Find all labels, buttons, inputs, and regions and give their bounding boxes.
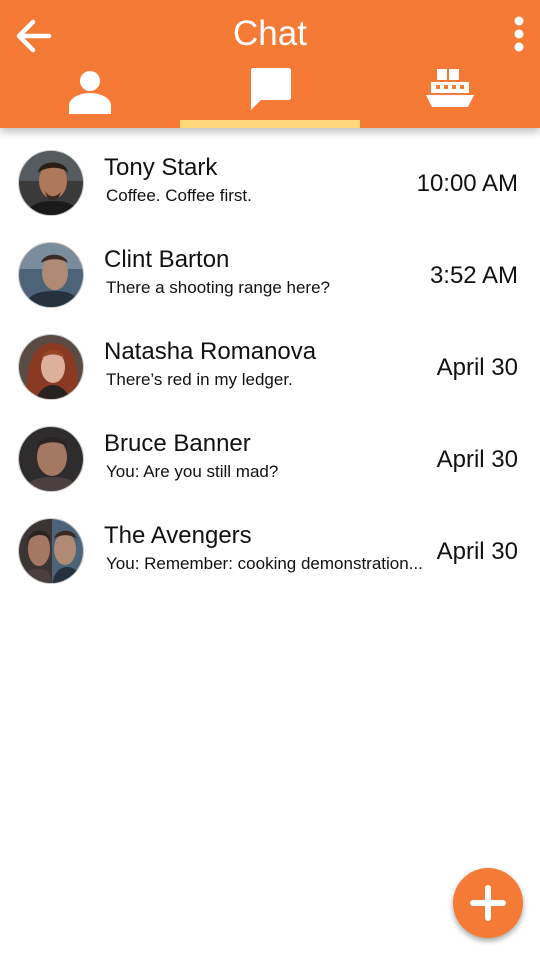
contact-name: Clint Barton (104, 246, 230, 273)
chat-row-clint-barton[interactable]: Clint Barton There a shooting range here… (0, 228, 540, 320)
message-preview: You: Are you still mad? (106, 462, 279, 481)
ship-icon (426, 69, 474, 107)
contact-name: The Avengers (104, 522, 252, 549)
message-time: 10:00 AM (416, 170, 518, 197)
tab-ship[interactable] (360, 60, 540, 128)
message-time: April 30 (436, 354, 518, 381)
tab-contacts[interactable] (0, 60, 180, 128)
app-bar: Chat (0, 0, 540, 128)
message-time: April 30 (436, 538, 518, 565)
more-vert-icon (514, 16, 524, 52)
chat-row-tony-stark[interactable]: Tony Stark Coffee. Coffee first. 10:00 A… (0, 136, 540, 228)
message-preview: You: Remember: cooking demonstration... (106, 554, 423, 573)
plus-icon (470, 885, 506, 921)
avatar (18, 242, 84, 308)
message-time: April 30 (436, 446, 518, 473)
contact-name: Bruce Banner (104, 430, 251, 457)
message-time: 3:52 AM (429, 262, 518, 289)
new-chat-button[interactable] (453, 868, 523, 938)
avatar (18, 426, 84, 492)
chat-list: Tony Stark Coffee. Coffee first. 10:00 A… (0, 136, 540, 596)
chat-row-the-avengers[interactable]: The Avengers You: Remember: cooking demo… (0, 504, 540, 596)
page-title: Chat (233, 14, 307, 53)
overflow-menu-button[interactable] (504, 12, 534, 56)
tab-chat[interactable] (180, 60, 360, 128)
contact-name: Natasha Romanova (104, 338, 317, 365)
tab-selected-indicator (180, 120, 360, 128)
chat-row-natasha-romanova[interactable]: Natasha Romanova There’s red in my ledge… (0, 320, 540, 412)
message-preview: There’s red in my ledger. (106, 370, 293, 389)
contact-name: Tony Stark (104, 154, 218, 181)
avatar (18, 334, 84, 400)
message-preview: There a shooting range here? (106, 278, 330, 297)
back-button[interactable] (12, 14, 56, 58)
arrow-left-icon (16, 19, 52, 53)
chat-bubble-icon (251, 68, 291, 110)
message-preview: Coffee. Coffee first. (106, 186, 252, 205)
chat-row-bruce-banner[interactable]: Bruce Banner You: Are you still mad? Apr… (0, 412, 540, 504)
tab-bar (0, 60, 540, 128)
avatar (18, 150, 84, 216)
person-icon (69, 71, 111, 114)
avatar (18, 518, 84, 584)
